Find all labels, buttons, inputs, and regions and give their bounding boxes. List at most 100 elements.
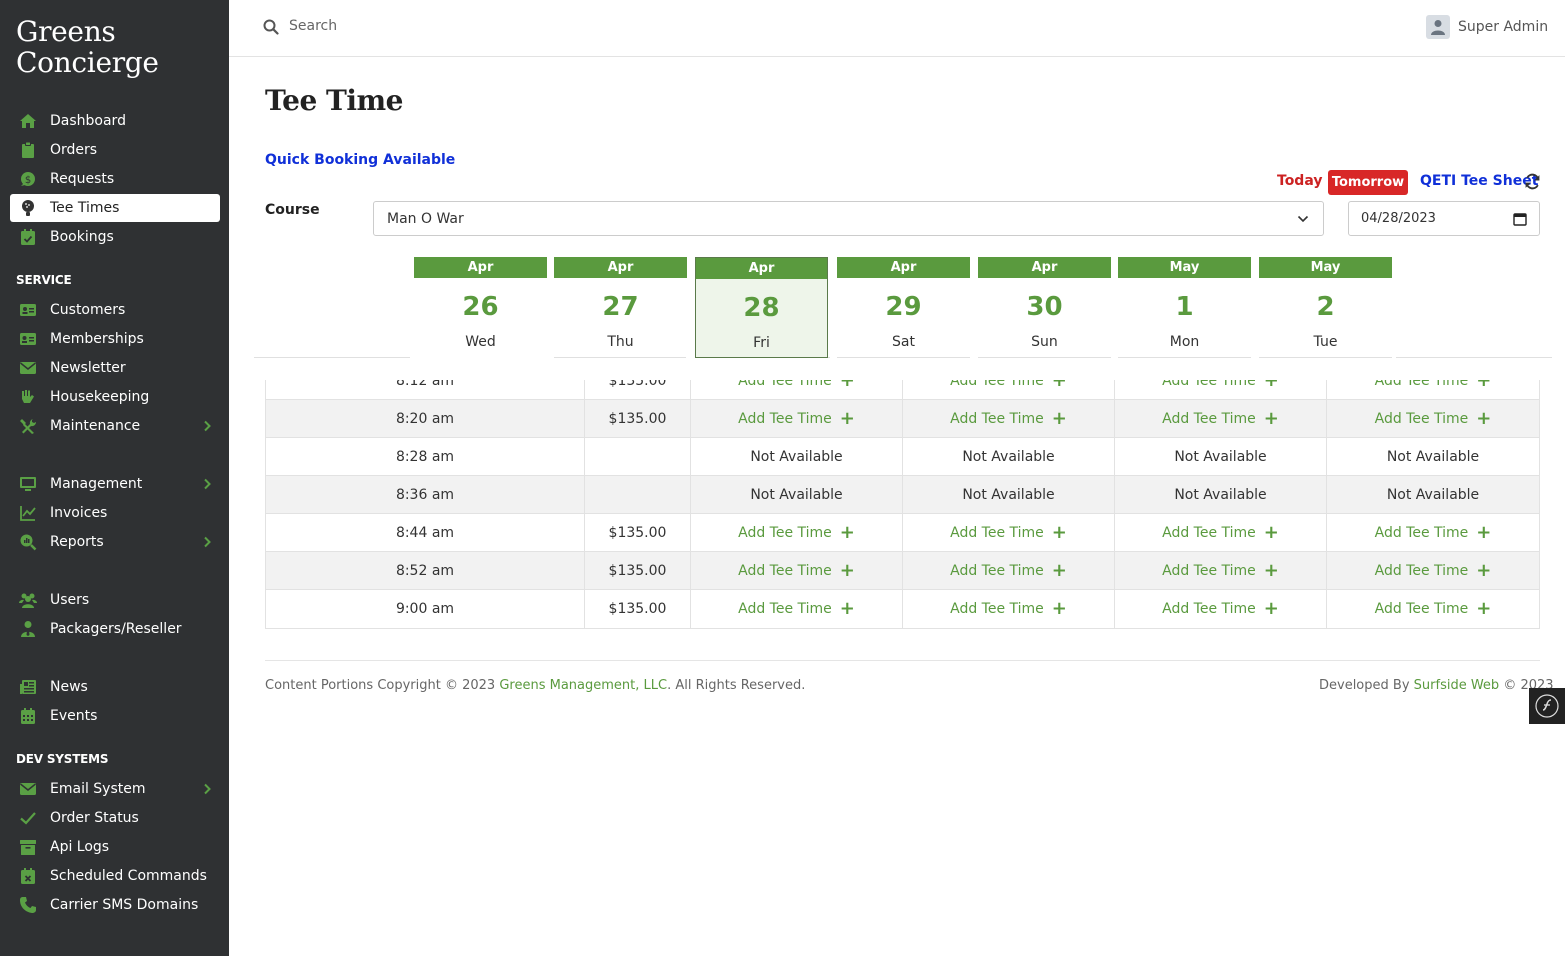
monitor-icon [16,470,40,498]
golf-ball-icon [16,194,40,222]
add-tee-time-button[interactable]: Add Tee Time + [903,552,1115,590]
add-tee-time-button[interactable]: Add Tee Time + [903,514,1115,552]
sidebar-item-users[interactable]: Users [10,586,220,614]
symfony-toolbar-toggle[interactable] [1529,688,1565,724]
avatar[interactable] [1426,15,1450,39]
calendar-check-icon [16,223,40,251]
sidebar-item-scheduled-commands[interactable]: Scheduled Commands [10,862,220,890]
sidebar-item-tee-times[interactable]: Tee Times [10,194,220,222]
plus-icon: + [839,522,855,543]
not-available-cell: Not Available [903,438,1115,476]
sidebar-item-reports[interactable]: Reports [10,528,220,556]
tee-time-cell: 8:12 am [266,380,585,400]
day-number: 30 [1026,292,1063,322]
add-tee-time-button[interactable]: Add Tee Time + [1327,514,1539,552]
slot-label: Add Tee Time [1162,380,1256,389]
sidebar-item-label: Housekeeping [50,389,150,405]
plus-icon: + [1263,560,1279,581]
footer-copyright: Content Portions Copyright © 2023 Greens… [265,678,805,693]
search-icon[interactable] [263,19,279,35]
slot-label: Add Tee Time [1374,601,1469,617]
add-tee-time-button[interactable]: Add Tee Time + [903,400,1115,438]
slot-label: Not Available [1174,449,1267,465]
tomorrow-button[interactable]: Tomorrow [1328,170,1408,195]
plus-icon: + [1476,560,1492,581]
quick-booking-link[interactable]: Quick Booking Available [265,152,455,168]
slot-label: Add Tee Time [950,380,1044,389]
sidebar-item-label: Memberships [50,331,144,347]
add-tee-time-button[interactable]: Add Tee Time + [691,590,903,628]
day-weekday: Sun [1031,334,1058,350]
day-apr-29[interactable]: Apr 29 Sat [837,257,970,358]
plus-icon: + [1476,522,1492,543]
sidebar-item-management[interactable]: Management [10,470,220,498]
calendar-icon[interactable] [1513,212,1527,226]
add-tee-time-button[interactable]: Add Tee Time + [1327,590,1539,628]
sidebar-item-events[interactable]: Events [10,702,220,730]
search-input[interactable]: Search [289,18,337,34]
add-tee-time-button[interactable]: Add Tee Time + [1115,400,1327,438]
sidebar-item-dashboard[interactable]: Dashboard [10,107,220,135]
sidebar-item-memberships[interactable]: Memberships [10,325,220,353]
sidebar-item-order-status[interactable]: Order Status [10,804,220,832]
sidebar-item-label: Management [50,476,143,492]
add-tee-time-button[interactable]: Add Tee Time + [1327,400,1539,438]
today-link[interactable]: Today [1277,173,1322,189]
slot-label: Add Tee Time [738,411,832,427]
surfside-web-link[interactable]: Surfside Web [1414,678,1500,693]
add-tee-time-button[interactable]: Add Tee Time + [903,590,1115,628]
day-apr-27[interactable]: Apr 27 Thu [554,257,687,358]
refresh-icon[interactable] [1524,173,1541,190]
day-number: 1 [1175,292,1194,322]
tee-time-cell: 9:00 am [266,590,585,628]
sidebar-item-email-system[interactable]: Email System [10,775,220,803]
sidebar-item-label: Orders [50,142,98,158]
day-may-1[interactable]: May 1 Mon [1118,257,1251,358]
day-apr-30[interactable]: Apr 30 Sun [978,257,1111,358]
greens-management-link[interactable]: Greens Management, LLC [499,678,667,693]
day-apr-28[interactable]: Apr 28 Fri [695,257,828,358]
sidebar: Greens Concierge Dashboard Orders $ Request… [0,0,229,956]
chevron-right-icon [200,535,214,549]
add-tee-time-button[interactable]: Add Tee Time + [903,380,1115,400]
sidebar-item-requests[interactable]: $ Requests [10,165,220,193]
add-tee-time-button[interactable]: Add Tee Time + [691,514,903,552]
add-tee-time-button[interactable]: Add Tee Time + [1115,552,1327,590]
sidebar-item-api-logs[interactable]: Api Logs [10,833,220,861]
slot-label: Add Tee Time [738,380,832,389]
add-tee-time-button[interactable]: Add Tee Time + [1327,552,1539,590]
day-may-2[interactable]: May 2 Tue [1259,257,1392,358]
add-tee-time-button[interactable]: Add Tee Time + [1115,590,1327,628]
sidebar-item-customers[interactable]: Customers [10,296,220,324]
add-tee-time-button[interactable]: Add Tee Time + [691,380,903,400]
qeti-tee-sheet-link[interactable]: QETI Tee Sheet [1420,173,1538,189]
sidebar-item-carrier-sms-domains[interactable]: Carrier SMS Domains [10,891,220,919]
add-tee-time-button[interactable]: Add Tee Time + [1327,380,1539,400]
plus-icon: + [1263,522,1279,543]
add-tee-time-button[interactable]: Add Tee Time + [1115,380,1327,400]
sidebar-item-housekeeping[interactable]: Housekeeping [10,383,220,411]
sidebar-item-news[interactable]: News [10,673,220,701]
sidebar-item-invoices[interactable]: Invoices [10,499,220,527]
add-tee-time-button[interactable]: Add Tee Time + [1115,514,1327,552]
sidebar-item-orders[interactable]: Orders [10,136,220,164]
sidebar-item-maintenance[interactable]: Maintenance [10,412,220,440]
not-available-cell: Not Available [1115,476,1327,514]
date-input[interactable]: 04/28/2023 [1348,201,1540,236]
day-apr-26[interactable]: Apr 26 Wed [414,257,547,358]
sidebar-item-bookings[interactable]: Bookings [10,223,220,251]
day-strip: Apr 26 Wed Apr 27 Thu Apr 28 Fri Apr 29 Sat Apr 30 Sun… [254,257,1552,358]
table-row: 8:20 am $135.00 Add Tee Time + Add Tee Time +… [266,399,1539,438]
table-row: 8:12 am $135.00 Add Tee Time + Add Tee Time +… [266,380,1539,400]
sidebar-item-label: Carrier SMS Domains [50,897,199,913]
brand-logo[interactable]: Greens Concierge [16,16,159,78]
user-name[interactable]: Super Admin [1458,19,1548,35]
slot-label: Add Tee Time [1374,525,1469,541]
plus-icon: + [1051,380,1067,391]
symfony-icon [1535,694,1559,718]
add-tee-time-button[interactable]: Add Tee Time + [691,552,903,590]
sidebar-item-packagers-reseller[interactable]: Packagers/Reseller [10,615,220,643]
sidebar-item-newsletter[interactable]: Newsletter [10,354,220,382]
add-tee-time-button[interactable]: Add Tee Time + [691,400,903,438]
course-select[interactable]: Man O War [373,201,1324,236]
